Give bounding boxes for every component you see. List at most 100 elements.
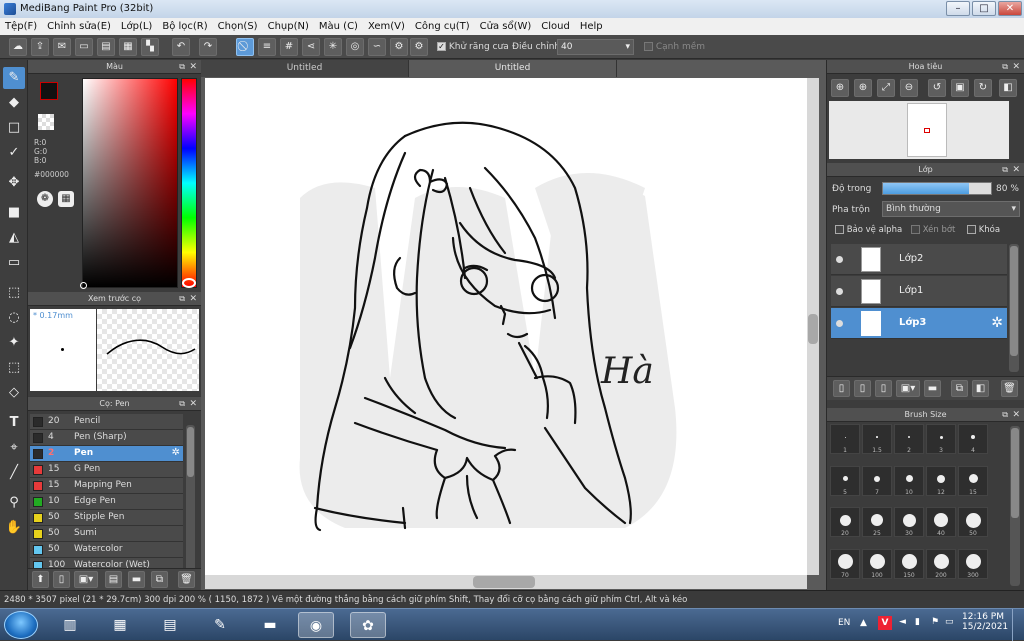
chat-icon[interactable]: ✉ — [53, 38, 71, 56]
menu-filter[interactable]: Bộ lọc(R) — [157, 18, 212, 35]
tray-arrow-icon[interactable]: ▲ — [860, 618, 867, 628]
dock-icon[interactable]: ⧉ — [179, 397, 185, 411]
eye-icon[interactable] — [836, 256, 843, 263]
dock-icon[interactable]: ⧉ — [1002, 60, 1008, 74]
folder-icon[interactable]: ▬ — [252, 612, 288, 638]
network-icon[interactable]: ▮ — [915, 617, 920, 627]
delete-brush-icon[interactable]: 🗑 — [178, 571, 195, 588]
zoom-in-icon[interactable]: ⊕ — [831, 79, 849, 97]
brush-item[interactable]: 15 G Pen — [30, 462, 183, 478]
paint-icon[interactable]: ✎ — [202, 612, 238, 638]
menu-layer[interactable]: Lớp(L) — [116, 18, 157, 35]
add-brush-icon[interactable]: ⬆ — [32, 571, 49, 588]
dock-icon[interactable]: ⧉ — [1002, 408, 1008, 422]
eye-icon[interactable] — [836, 288, 843, 295]
soft-edge-checkbox[interactable] — [644, 42, 653, 51]
hand-tool-icon[interactable]: ✋ — [3, 517, 25, 539]
brush-size-cell[interactable]: 1.5 — [862, 424, 892, 454]
comment-icon[interactable]: ▭ — [75, 38, 93, 56]
radial-snap-icon[interactable]: ✳ — [324, 38, 342, 56]
close-icon[interactable]: ✕ — [189, 60, 197, 74]
duplicate-icon[interactable]: ⧉ — [151, 571, 168, 588]
move-tool-icon[interactable]: ✥ — [3, 172, 25, 194]
soft-edge-option[interactable]: Cạnh mềm — [644, 42, 705, 52]
speaker-icon[interactable]: ◄ — [899, 617, 906, 627]
brush-size-cell[interactable]: 7 — [862, 465, 892, 496]
opacity-slider[interactable] — [882, 182, 992, 195]
dock-icon[interactable]: ⧉ — [1002, 163, 1008, 177]
menu-window[interactable]: Cửa sổ(W) — [475, 18, 537, 35]
brush-list-scrollbar[interactable] — [186, 425, 195, 575]
layer-list-scrollbar[interactable] — [1009, 244, 1019, 372]
menu-cloud[interactable]: Cloud — [536, 18, 575, 35]
brush-size-cell[interactable]: 5 — [830, 465, 860, 496]
tab-untitled-1[interactable]: Untitled — [201, 60, 409, 77]
canvas-vertical-scrollbar[interactable] — [807, 78, 819, 575]
brush-size-cell[interactable]: 150 — [894, 548, 924, 579]
canvas-horizontal-scrollbar[interactable] — [205, 575, 807, 589]
eyedropper-tool-icon[interactable]: ⚲ — [3, 492, 25, 514]
menu-tools[interactable]: Công cụ(T) — [410, 18, 475, 35]
scrollbar-thumb[interactable] — [808, 314, 818, 344]
antivirus-icon[interactable]: V — [878, 616, 892, 630]
battery-icon[interactable]: ▭ — [945, 617, 954, 627]
lasso-tool-icon[interactable]: ◌ — [3, 307, 25, 329]
brush-size-cell[interactable]: 4 — [958, 424, 988, 454]
circle-snap-icon[interactable]: ◎ — [346, 38, 364, 56]
brush-size-cell[interactable]: 3 — [926, 424, 956, 454]
select-tool-icon[interactable]: ✓ — [3, 142, 25, 164]
brush-settings-icon[interactable]: ▤ — [105, 571, 122, 588]
brush-size-cell[interactable]: 15 — [958, 465, 988, 496]
vanishing-snap-icon[interactable]: ⋖ — [302, 38, 320, 56]
new-brush-icon[interactable]: ▯ — [53, 571, 70, 588]
navigator-preview[interactable] — [829, 101, 1009, 159]
scrollbar-thumb[interactable] — [187, 427, 194, 477]
menu-help[interactable]: Help — [575, 18, 608, 35]
brush-item[interactable]: 50 Stipple Pen — [30, 510, 183, 526]
rotate-right-icon[interactable]: ↻ — [974, 79, 992, 97]
dock-icon[interactable]: ⧉ — [179, 292, 185, 306]
brush-size-cell[interactable]: 50 — [958, 507, 988, 537]
drawing-canvas[interactable]: Hà — [205, 78, 807, 575]
brush-size-cell[interactable]: 12 — [926, 465, 956, 496]
layer-settings-gear-icon[interactable]: ✲ — [991, 315, 1003, 331]
brush-size-cell[interactable]: 70 — [830, 548, 860, 579]
curve-snap-icon[interactable]: ∽ — [368, 38, 386, 56]
brush-size-cell[interactable]: 25 — [862, 507, 892, 537]
brush-size-cell[interactable]: 10 — [894, 465, 924, 496]
close-button[interactable]: ✕ — [998, 1, 1022, 16]
zoom-out-icon[interactable]: ⊖ — [900, 79, 918, 97]
protect-alpha-option[interactable]: Bảo vệ alpha — [835, 225, 902, 235]
brush-size-cell[interactable]: 30 — [894, 507, 924, 537]
menu-select[interactable]: Chọn(S) — [213, 18, 263, 35]
flip-icon[interactable]: ◧ — [999, 79, 1017, 97]
panel-icon[interactable]: ▤ — [97, 38, 115, 56]
clock[interactable]: 12:16 PM 15/2/2021 — [962, 612, 1008, 632]
layer-type-menu-icon[interactable]: ▣▾ — [896, 380, 920, 397]
scrollbar-thumb[interactable] — [1010, 246, 1018, 356]
palette-icon[interactable]: ❁ — [37, 191, 53, 207]
fit-icon[interactable]: ⤢ — [877, 79, 895, 97]
gear-snap-icon[interactable]: ⚙ — [390, 38, 408, 56]
brush-size-cell[interactable]: 2 — [894, 424, 924, 454]
menu-snap[interactable]: Chụp(N) — [263, 18, 314, 35]
folder-icon[interactable]: ▬ — [128, 571, 145, 588]
brush-size-cell[interactable]: 20 — [830, 507, 860, 537]
protect-alpha-checkbox[interactable] — [835, 225, 844, 234]
new-halftone-layer-icon[interactable]: ▯ — [854, 380, 871, 397]
adjust-dropdown[interactable]: 40 ▾ — [557, 39, 634, 55]
color-history-icon[interactable]: ▦ — [58, 191, 74, 207]
duplicate-layer-icon[interactable]: ⧉ — [951, 380, 968, 397]
brush-item[interactable]: 15 Mapping Pen — [30, 478, 183, 494]
menu-edit[interactable]: Chỉnh sửa(E) — [42, 18, 116, 35]
chrome-icon[interactable]: ◉ — [298, 612, 334, 638]
magic-wand-tool-icon[interactable]: ✦ — [3, 332, 25, 354]
settings-icon[interactable]: ⚙ — [410, 38, 428, 56]
close-icon[interactable]: ✕ — [189, 292, 197, 306]
layer-row[interactable]: Lớp3 ✲ — [831, 308, 1007, 339]
upload-icon[interactable]: ⇪ — [31, 38, 49, 56]
brush-size-cell[interactable]: 300 — [958, 548, 988, 579]
clipping-option[interactable]: Xén bớt — [911, 225, 955, 235]
brush-settings-gear-icon[interactable]: ✲ — [172, 447, 180, 458]
menu-color[interactable]: Màu (C) — [314, 18, 363, 35]
